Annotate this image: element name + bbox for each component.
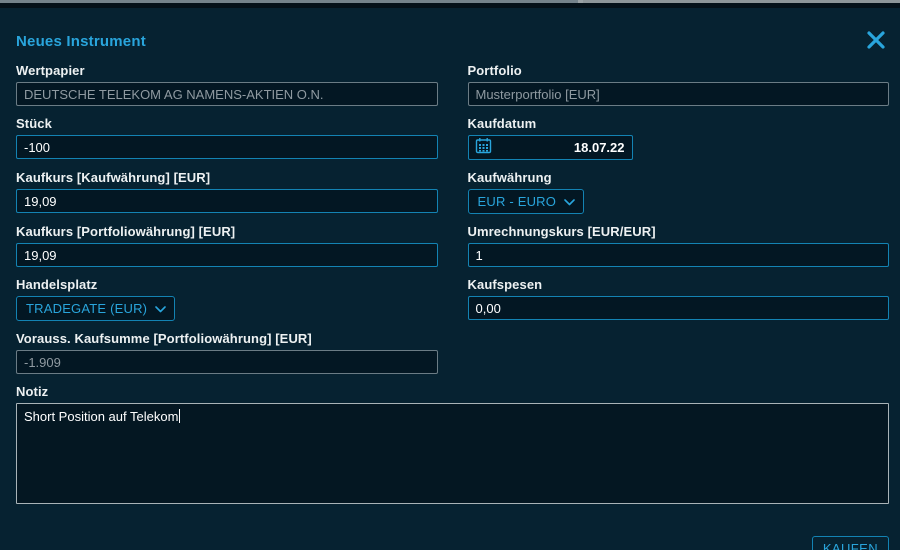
stueck-input[interactable] <box>16 135 438 159</box>
kaufspesen-input[interactable] <box>468 296 890 320</box>
kaufkurs-kaufwaehrung-label: Kaufkurs [Kaufwährung] [EUR] <box>16 171 438 185</box>
field-portfolio: Portfolio <box>468 64 890 106</box>
close-button[interactable] <box>866 30 886 50</box>
kaufwaehrung-selected-value: EUR - EURO <box>478 194 557 209</box>
notiz-text: Short Position auf Telekom <box>24 409 178 424</box>
wertpapier-input <box>16 82 438 106</box>
background-tab-strip-right <box>583 0 900 3</box>
stueck-label: Stück <box>16 117 438 131</box>
handelsplatz-select[interactable]: TRADEGATE (EUR) <box>16 296 175 321</box>
background-tab-strip-left <box>0 0 578 3</box>
chevron-down-icon <box>564 194 575 209</box>
field-notiz: Notiz Short Position auf Telekom <box>16 385 889 504</box>
field-kaufwaehrung: Kaufwährung EUR - EURO <box>468 171 890 214</box>
notiz-label: Notiz <box>16 385 889 399</box>
kaufkurs-kaufwaehrung-input[interactable] <box>16 189 438 213</box>
field-kaufspesen: Kaufspesen <box>468 278 890 321</box>
handelsplatz-label: Handelsplatz <box>16 278 438 292</box>
kaufsumme-label: Vorauss. Kaufsumme [Portfoliowährung] [E… <box>16 332 438 346</box>
dialog-footer: KAUFEN <box>16 536 889 550</box>
notiz-textarea[interactable]: Short Position auf Telekom <box>16 403 889 504</box>
kaufdatum-input[interactable]: 18.07.22 <box>468 135 633 160</box>
calendar-icon[interactable] <box>475 137 492 159</box>
kaufwaehrung-label: Kaufwährung <box>468 171 890 185</box>
umrechnungskurs-label: Umrechnungskurs [EUR/EUR] <box>468 225 890 239</box>
kaufkurs-portfoliowaehrung-input[interactable] <box>16 243 438 267</box>
field-kaufkurs-kaufwaehrung: Kaufkurs [Kaufwährung] [EUR] <box>16 171 438 214</box>
chevron-down-icon <box>155 301 166 316</box>
handelsplatz-selected-value: TRADEGATE (EUR) <box>26 301 147 316</box>
kaufwaehrung-select[interactable]: EUR - EURO <box>468 189 585 214</box>
kaufsumme-input <box>16 350 438 374</box>
kaufspesen-label: Kaufspesen <box>468 278 890 292</box>
portfolio-label: Portfolio <box>468 64 890 78</box>
field-kaufkurs-portfoliowaehrung: Kaufkurs [Portfoliowährung] [EUR] <box>16 225 438 267</box>
dialog-header: Neues Instrument <box>16 33 889 50</box>
text-caret <box>179 409 180 423</box>
kaufdatum-label: Kaufdatum <box>468 117 890 131</box>
background-tab-strip <box>0 0 900 3</box>
field-umrechnungskurs: Umrechnungskurs [EUR/EUR] <box>468 225 890 267</box>
field-kaufdatum: Kaufdatum 18.07.22 <box>468 117 890 160</box>
form-grid: Wertpapier Portfolio Stück Kaufdatum <box>16 64 889 504</box>
kaufen-button[interactable]: KAUFEN <box>812 536 889 550</box>
neues-instrument-dialog: Neues Instrument Wertpapier Portfolio St… <box>0 8 900 550</box>
kaufdatum-value: 18.07.22 <box>492 140 625 155</box>
grid-spacer <box>468 332 890 385</box>
field-kaufsumme: Vorauss. Kaufsumme [Portfoliowährung] [E… <box>16 332 438 374</box>
umrechnungskurs-input[interactable] <box>468 243 890 267</box>
dialog-title: Neues Instrument <box>16 33 889 50</box>
close-icon <box>866 30 886 50</box>
field-handelsplatz: Handelsplatz TRADEGATE (EUR) <box>16 278 438 321</box>
field-stueck: Stück <box>16 117 438 160</box>
wertpapier-label: Wertpapier <box>16 64 438 78</box>
kaufkurs-portfoliowaehrung-label: Kaufkurs [Portfoliowährung] [EUR] <box>16 225 438 239</box>
field-wertpapier: Wertpapier <box>16 64 438 106</box>
portfolio-input <box>468 82 890 106</box>
